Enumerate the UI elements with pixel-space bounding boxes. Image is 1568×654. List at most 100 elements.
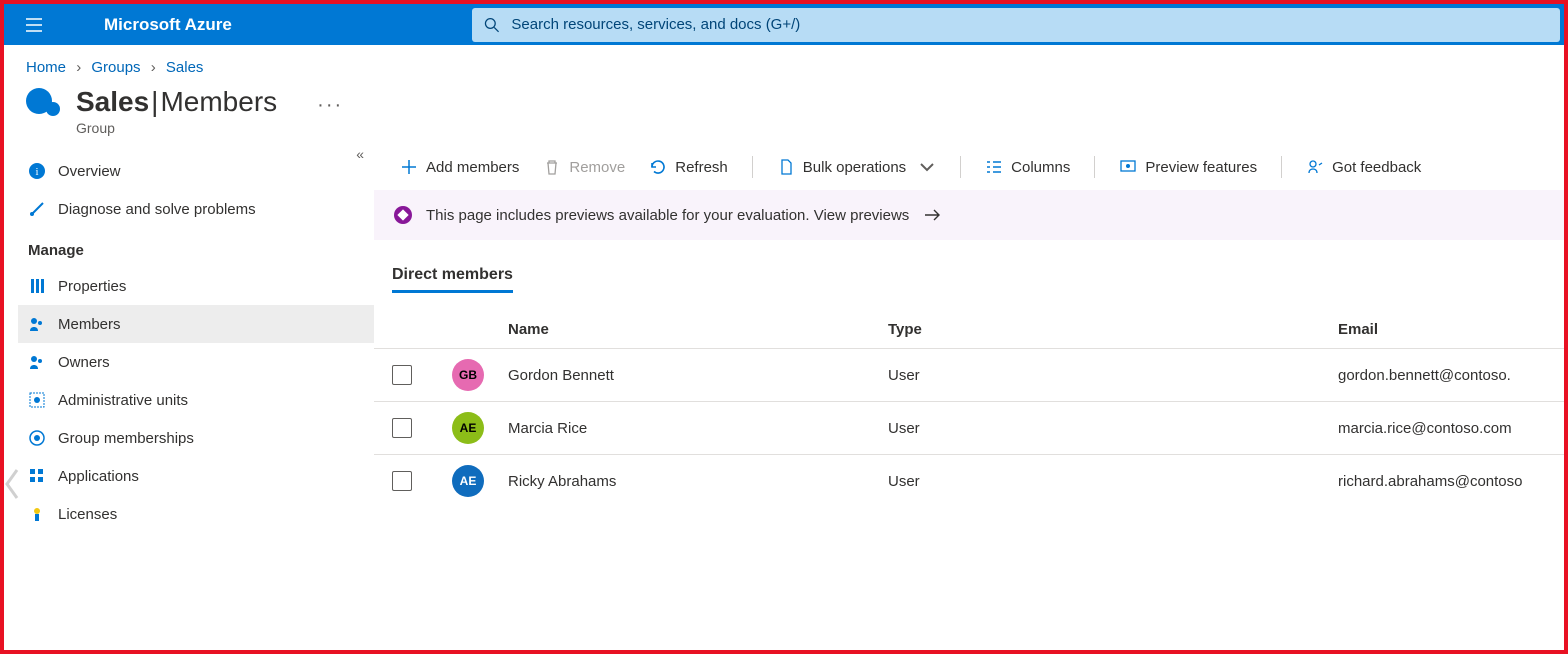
sidebar-section-manage: Manage: [18, 228, 374, 267]
toolbar-label: Got feedback: [1332, 159, 1421, 176]
toolbar-label: Add members: [426, 159, 519, 176]
group-icon: [26, 88, 66, 128]
toolbar-label: Preview features: [1145, 159, 1257, 176]
bulk-operations-button[interactable]: Bulk operations: [767, 154, 946, 180]
remove-button: Remove: [533, 154, 635, 180]
main-pane: Add members Remove Refresh Bulk operatio…: [374, 144, 1564, 541]
owners-icon: [28, 353, 46, 371]
tools-icon: [28, 200, 46, 218]
toolbar-label: Refresh: [675, 159, 728, 176]
hamburger-icon: [25, 16, 43, 34]
tab-direct-members[interactable]: Direct members: [392, 260, 513, 293]
sidebar-item-applications[interactable]: Applications: [18, 457, 374, 495]
sidebar-item-label: Properties: [58, 278, 126, 295]
columns-icon: [985, 158, 1003, 176]
sidebar-item-label: Members: [58, 316, 121, 333]
toolbar: Add members Remove Refresh Bulk operatio…: [374, 144, 1564, 190]
tabs: Direct members: [374, 260, 1564, 293]
properties-icon: [28, 277, 46, 295]
toolbar-separator: [752, 156, 753, 178]
sidebar-item-label: Owners: [58, 354, 110, 371]
crumb-groups[interactable]: Groups: [91, 59, 140, 76]
sidebar-item-properties[interactable]: Properties: [18, 267, 374, 305]
avatar: AE: [452, 412, 484, 444]
sidebar-item-owners[interactable]: Owners: [18, 343, 374, 381]
toolbar-separator: [1094, 156, 1095, 178]
licenses-icon: [28, 505, 46, 523]
sidebar-item-label: Group memberships: [58, 430, 194, 447]
sidebar-item-label: Diagnose and solve problems: [58, 201, 256, 218]
preview-banner[interactable]: This page includes previews available fo…: [374, 190, 1564, 240]
chevron-down-icon: [918, 158, 936, 176]
rocket-icon: [394, 206, 412, 224]
top-bar: Microsoft Azure: [4, 4, 1564, 45]
table-row[interactable]: GBGordon BennettUsergordon.bennett@conto…: [374, 348, 1564, 401]
members-table: Name Type Email GB Gordon Bennett User gord…: [374, 311, 1564, 507]
row-checkbox[interactable]: [392, 418, 412, 438]
toolbar-separator: [1281, 156, 1282, 178]
cell-type: User: [888, 420, 1338, 437]
col-type[interactable]: Type: [888, 321, 1338, 338]
add-members-button[interactable]: Add members: [390, 154, 529, 180]
table-row[interactable]: AERicky AbrahamsUserrichard.abrahams@con…: [374, 454, 1564, 507]
cell-email: gordon.bennett@contoso.: [1338, 367, 1546, 384]
refresh-button[interactable]: Refresh: [639, 154, 738, 180]
page-header: Sales | Members ··· Group: [4, 86, 1564, 144]
sidebar-item-label: Administrative units: [58, 392, 188, 409]
crumb-home[interactable]: Home: [26, 59, 66, 76]
toolbar-label: Remove: [569, 159, 625, 176]
avatar: AE: [452, 465, 484, 497]
table-row[interactable]: AE Marcia RiceUsermarcia.rice@contoso.com: [374, 401, 1564, 454]
toolbar-label: Columns: [1011, 159, 1070, 176]
table-header: Name Type Email: [374, 311, 1564, 348]
sidebar: « i Overview Diagnose and solve problems…: [4, 144, 374, 541]
trash-icon: [543, 158, 561, 176]
sidebar-item-label: Overview: [58, 163, 121, 180]
sidebar-item-overview[interactable]: i Overview: [18, 152, 374, 190]
crumb-sep: ›: [76, 59, 81, 76]
admin-units-icon: [28, 391, 46, 409]
toolbar-separator: [960, 156, 961, 178]
hamburger-menu[interactable]: [14, 5, 54, 45]
avatar: GB: [452, 359, 484, 391]
row-checkbox[interactable]: [392, 471, 412, 491]
col-email[interactable]: Email: [1338, 321, 1546, 338]
sidebar-item-admin-units[interactable]: Administrative units: [18, 381, 374, 419]
columns-button[interactable]: Columns: [975, 154, 1080, 180]
svg-text:i: i: [35, 166, 38, 178]
cell-type: User: [888, 473, 1338, 490]
preview-icon: [1119, 158, 1137, 176]
crumb-sales[interactable]: Sales: [166, 59, 204, 76]
cell-name: Marcia Rice: [508, 420, 888, 437]
more-actions[interactable]: ···: [317, 94, 343, 117]
brand-label[interactable]: Microsoft Azure: [104, 15, 232, 35]
sidebar-item-label: Applications: [58, 468, 139, 485]
global-search[interactable]: [472, 8, 1560, 42]
page-title-sep: |: [151, 86, 158, 118]
toolbar-label: Bulk operations: [803, 159, 906, 176]
cell-email: richard.abrahams@contoso: [1338, 473, 1546, 490]
arrow-right-icon: [923, 208, 941, 222]
cell-name: Gordon Bennett: [508, 367, 888, 384]
feedback-button[interactable]: Got feedback: [1296, 154, 1431, 180]
banner-text: This page includes previews available fo…: [426, 207, 909, 224]
sidebar-item-diagnose[interactable]: Diagnose and solve problems: [18, 190, 374, 228]
sidebar-collapse[interactable]: «: [356, 146, 364, 162]
col-name[interactable]: Name: [508, 321, 888, 338]
page-subtitle: Group: [76, 120, 343, 136]
sidebar-item-licenses[interactable]: Licenses: [18, 495, 374, 533]
applications-icon: [28, 467, 46, 485]
preview-features-button[interactable]: Preview features: [1109, 154, 1267, 180]
members-icon: [28, 315, 46, 333]
page-title-light: Members: [160, 86, 277, 118]
search-input[interactable]: [511, 16, 1548, 33]
search-icon: [484, 17, 500, 33]
breadcrumb: Home › Groups › Sales: [4, 45, 1564, 86]
sidebar-item-members[interactable]: Members: [18, 305, 374, 343]
sidebar-item-label: Licenses: [58, 506, 117, 523]
sidebar-item-group-memberships[interactable]: Group memberships: [18, 419, 374, 457]
plus-icon: [400, 158, 418, 176]
cell-email: marcia.rice@contoso.com: [1338, 420, 1546, 437]
page-title-bold: Sales: [76, 86, 149, 118]
row-checkbox[interactable]: [392, 365, 412, 385]
